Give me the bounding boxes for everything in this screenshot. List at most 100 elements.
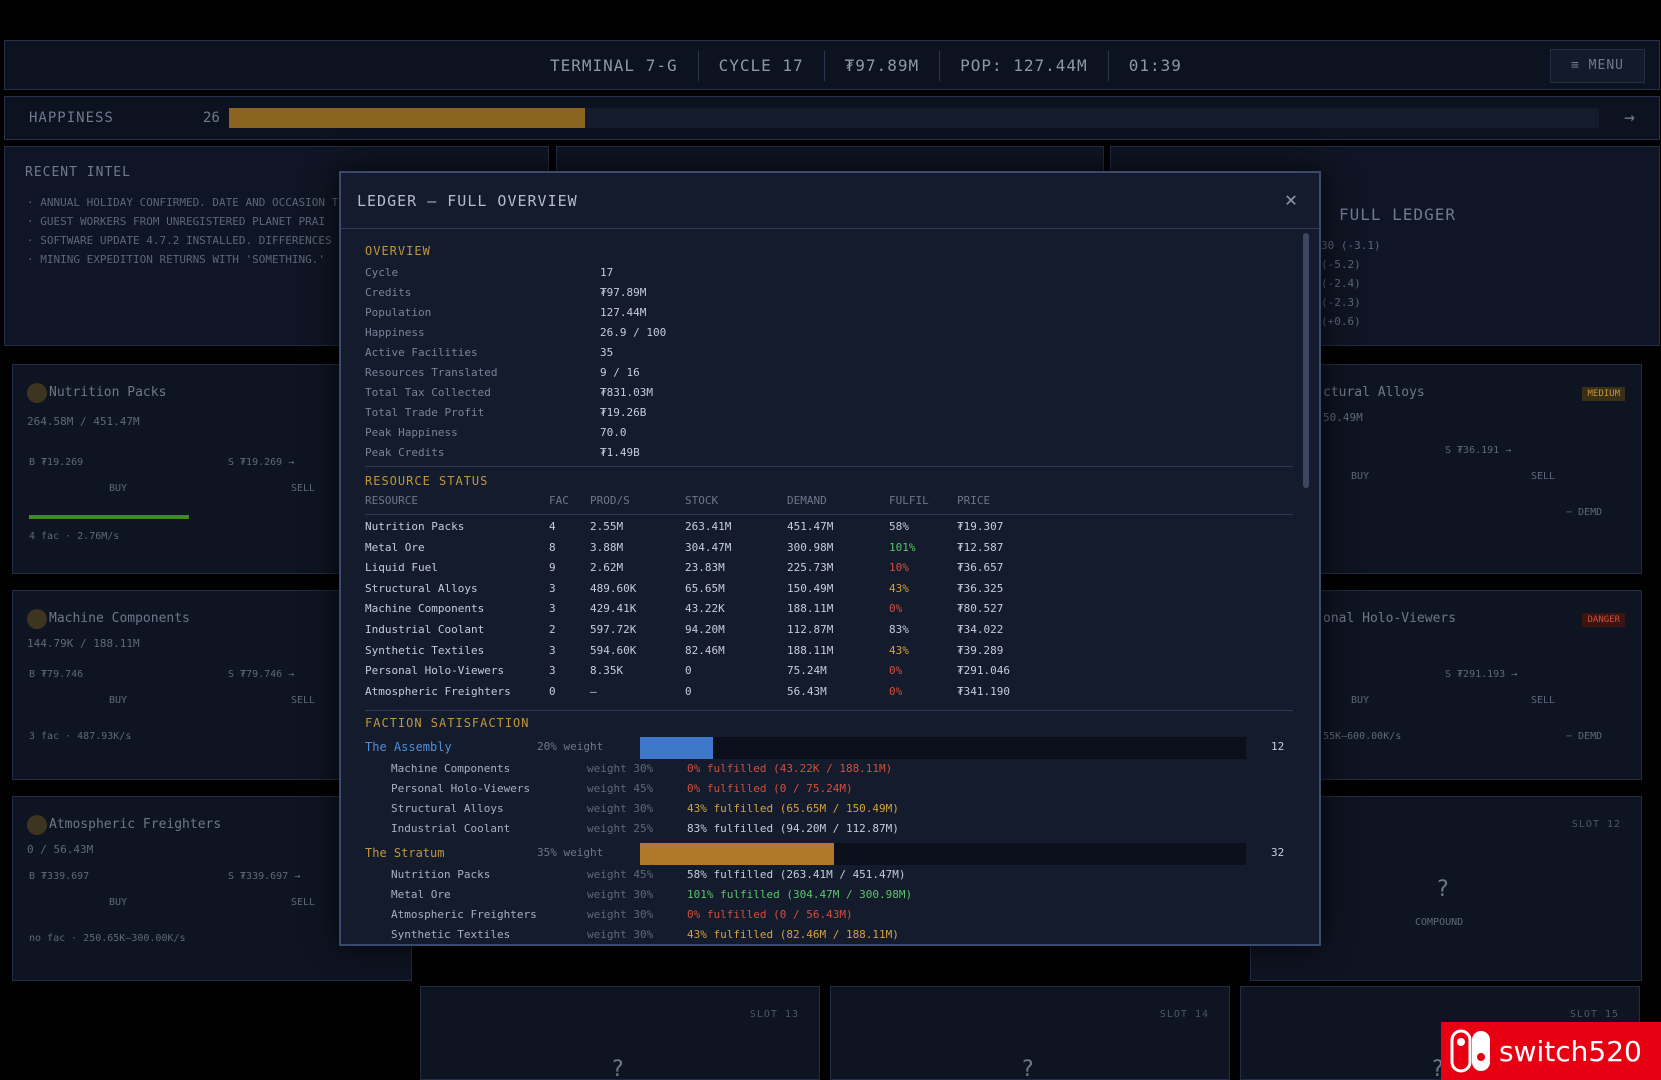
requirement-weight: weight 30% — [587, 888, 654, 901]
freighter-icon — [27, 815, 47, 835]
sell-button[interactable]: SELL — [291, 483, 315, 494]
table-row: Machine Components 3 429.41K 43.22K 188.11M 0… — [365, 602, 1293, 622]
faction-row[interactable]: The Assembly 20% weight 12 — [365, 737, 1293, 760]
sell-price: S ₮339.697 → — [228, 871, 301, 882]
resource-prod: 2.62M — [590, 561, 624, 575]
happiness-fill — [229, 108, 586, 128]
table-row: Liquid Fuel 9 2.62M 23.83M 225.73M 10% ₮36.657 — [365, 561, 1293, 581]
resource-demand: 112.87M — [787, 623, 834, 636]
resource-fulfil: 0% — [889, 684, 903, 698]
unknown-icon: ? — [1021, 1057, 1035, 1080]
resource-stock: 23.83M — [685, 561, 725, 575]
faction-bar-track — [640, 843, 1246, 865]
slot-card[interactable]: SLOT 13 ? — [420, 986, 820, 1080]
requirement-resource: Personal Holo-Viewers — [391, 782, 531, 795]
resource-fac: 3 — [549, 664, 556, 678]
faction-requirement-row: Structural Alloys weight 30% 43% fulfilled… — [391, 802, 1251, 822]
sell-price: S ₮36.191 → — [1445, 445, 1512, 456]
scrollbar[interactable] — [1303, 233, 1309, 488]
table-row: Synthetic Textiles 3 594.60K 82.46M 188.11M 4… — [365, 644, 1293, 664]
demand-button[interactable]: − DEMD — [1566, 731, 1602, 742]
requirement-resource: Nutrition Packs — [391, 868, 491, 881]
sell-button[interactable]: SELL — [291, 897, 315, 908]
resource-stock: 304.47M — [685, 540, 732, 554]
buy-price: B ₮79.746 — [29, 669, 84, 680]
overview-key: Total Tax Collected — [365, 386, 491, 399]
table-row: Personal Holo-Viewers 3 8.35K 0 75.24M 0% ₮291… — [365, 664, 1293, 684]
requirement-resource: Synthetic Textiles — [391, 928, 511, 941]
card-name: Machine Components — [49, 611, 190, 626]
buy-button[interactable]: BUY — [1351, 695, 1369, 706]
terminal-label: TERMINAL 7-G — [530, 51, 699, 81]
faction-bar-track — [640, 737, 1246, 759]
buy-button[interactable]: BUY — [109, 483, 127, 494]
requirement-weight: weight 30% — [587, 762, 654, 775]
resource-name: Metal Ore — [365, 540, 425, 554]
column-header: DEMAND — [787, 494, 827, 507]
risk-badge: DANGER — [1582, 613, 1625, 627]
resource-prod: 489.60K — [590, 581, 637, 595]
overview-value: 127.44M — [600, 306, 647, 319]
slot-card[interactable]: SLOT 14 ? — [830, 986, 1230, 1080]
buy-button[interactable]: BUY — [109, 695, 127, 706]
resource-name: Industrial Coolant — [365, 623, 485, 636]
faction-bar-fill — [640, 843, 834, 865]
overview-key: Total Trade Profit — [365, 406, 485, 419]
sell-price: S ₮79.746 → — [228, 669, 295, 680]
overview-row: Resources Translated 9 / 16 — [365, 366, 965, 386]
faction-row[interactable]: The Stratum 35% weight 32 — [365, 843, 1293, 866]
resource-demand: 188.11M — [787, 602, 834, 616]
overview-key: Population — [365, 306, 432, 319]
resource-stock: 0 — [685, 684, 692, 698]
faction-requirement-row: Personal Holo-Viewers weight 45% 0% fulfil… — [391, 782, 1251, 802]
resource-price: ₮39.289 — [957, 643, 1004, 657]
resource-price: ₮12.587 — [957, 540, 1004, 554]
resource-demand: 75.24M — [787, 664, 827, 678]
faction-requirement-row: Metal Ore weight 30% 101% fulfilled (304.4… — [391, 888, 1251, 908]
card-footer: no fac · 250.65K–300.00K/s — [29, 933, 186, 944]
requirement-weight: weight 30% — [587, 928, 654, 941]
resource-demand: 300.98M — [787, 540, 834, 554]
faction-name[interactable]: The Assembly — [365, 740, 452, 754]
sell-button[interactable]: SELL — [1531, 695, 1555, 706]
overview-row: Total Tax Collected ₮831.03M — [365, 386, 965, 406]
table-row: Nutrition Packs 4 2.55M 263.41M 451.47M 58% ₮1… — [365, 520, 1293, 540]
resource-name: Machine Components — [365, 602, 485, 616]
column-header: FAC — [549, 494, 569, 507]
full-ledger-title[interactable]: FULL LEDGER — [1339, 205, 1456, 224]
arrow-right-icon[interactable]: → — [1624, 107, 1635, 128]
overview-key: Credits — [365, 286, 412, 299]
requirement-weight: weight 30% — [587, 908, 654, 921]
slot-label: SLOT 13 — [749, 1009, 799, 1020]
faction-name[interactable]: The Stratum — [365, 846, 444, 860]
sell-button[interactable]: SELL — [1531, 471, 1555, 482]
buy-button[interactable]: BUY — [1351, 471, 1369, 482]
overview-value: 17 — [600, 266, 614, 279]
menu-button[interactable]: ≡ MENU — [1550, 49, 1645, 83]
divider — [365, 466, 1293, 467]
ledger-line: (-2.3) — [1321, 296, 1361, 309]
demand-button[interactable]: − DEMD — [1566, 507, 1602, 518]
modal-header: LEDGER — FULL OVERVIEW ✕ — [341, 173, 1319, 229]
watermark-text: switch520 — [1499, 1034, 1642, 1068]
card-name: onal Holo-Viewers — [1323, 611, 1457, 626]
card-name: Atmospheric Freighters — [49, 817, 222, 832]
card-stock: 264.58M / 451.47M — [27, 415, 140, 428]
overview-value: ₮1.49B — [600, 446, 640, 459]
overview-row: Cycle 17 — [365, 266, 965, 286]
card-stock: 50.49M — [1323, 411, 1363, 424]
buy-button[interactable]: BUY — [109, 897, 127, 908]
resource-stock: 65.65M — [685, 581, 725, 595]
column-header: FULFIL — [889, 494, 929, 507]
resource-price: ₮36.325 — [957, 581, 1004, 595]
requirement-weight: weight 45% — [587, 782, 654, 795]
sell-button[interactable]: SELL — [291, 695, 315, 706]
intel-title: RECENT INTEL — [25, 165, 131, 180]
close-icon[interactable]: ✕ — [1285, 187, 1297, 211]
production-bar — [29, 515, 189, 519]
resource-prod: 429.41K — [590, 602, 637, 616]
resource-prod: 594.60K — [590, 643, 637, 657]
requirement-fulfillment: 101% fulfilled (304.47M / 300.98M) — [687, 888, 913, 901]
faction-bar-fill — [640, 737, 713, 759]
switch520-watermark: switch520 — [1441, 1022, 1661, 1080]
